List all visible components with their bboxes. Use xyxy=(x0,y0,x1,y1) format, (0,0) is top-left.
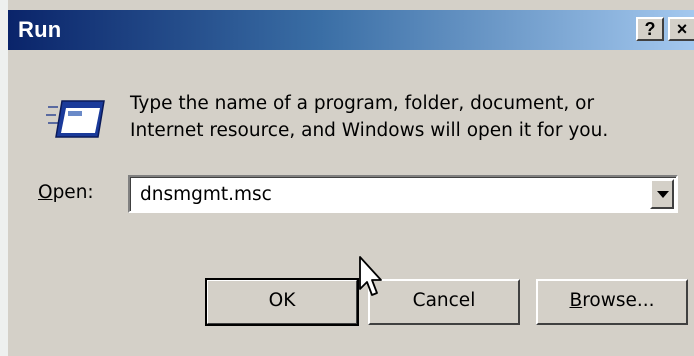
mouse-cursor-icon xyxy=(359,256,382,296)
chevron-down-icon xyxy=(657,191,669,198)
open-label-text: pen: xyxy=(52,182,94,203)
dropdown-button[interactable] xyxy=(650,179,674,209)
run-dialog: Run ? × Type the name of a program, fold… xyxy=(0,0,694,356)
browse-button[interactable]: Browse... xyxy=(536,279,688,325)
ok-button[interactable]: OK xyxy=(205,278,359,326)
open-input[interactable]: dnsmgmt.msc xyxy=(140,184,272,205)
description-line-1: Type the name of a program, folder, docu… xyxy=(130,93,595,114)
open-label: Open: xyxy=(38,182,94,203)
close-icon: × xyxy=(676,19,688,39)
close-button[interactable]: × xyxy=(668,17,694,41)
run-description: Type the name of a program, folder, docu… xyxy=(130,90,670,144)
help-icon: ? xyxy=(644,19,656,39)
open-combobox[interactable]: dnsmgmt.msc xyxy=(128,175,678,213)
open-label-accelerator: O xyxy=(38,182,53,203)
description-line-2: Internet resource, and Windows will open… xyxy=(130,120,609,141)
window-title: Run xyxy=(18,17,62,42)
cancel-button[interactable]: Cancel xyxy=(368,279,520,325)
browse-label: rowse... xyxy=(582,290,655,311)
help-button[interactable]: ? xyxy=(636,17,664,41)
run-icon xyxy=(46,100,105,138)
browse-accelerator: B xyxy=(569,290,583,311)
title-bar[interactable]: Run ? × xyxy=(8,10,694,50)
